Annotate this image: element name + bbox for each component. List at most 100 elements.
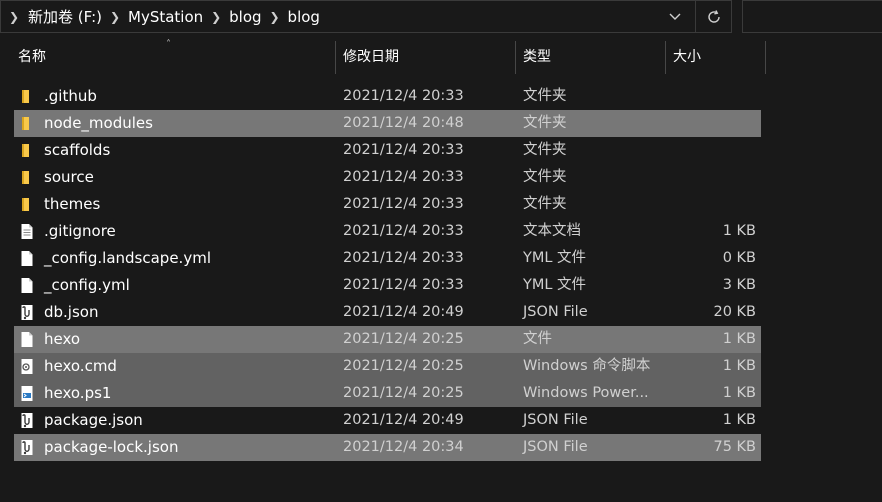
file-name: package-lock.json: [44, 438, 179, 456]
file-name: .gitignore: [44, 222, 116, 240]
file-row[interactable]: themes 2021/12/4 20:33 文件夹: [14, 191, 761, 218]
file-type: 文件夹: [523, 115, 567, 131]
file-row[interactable]: hexo.cmd 2021/12/4 20:25 Windows 命令脚本 1 KB: [14, 353, 761, 380]
file-type: JSON File: [523, 304, 588, 320]
file-name: .github: [44, 87, 97, 105]
file-row[interactable]: .github 2021/12/4 20:33 文件夹: [14, 83, 761, 110]
breadcrumb-drive[interactable]: 新加卷 (F:): [28, 6, 102, 27]
file-size: 20 KB: [713, 304, 756, 320]
file-type: YML 文件: [523, 250, 587, 266]
column-divider[interactable]: [665, 41, 666, 74]
file-date: 2021/12/4 20:33: [343, 250, 464, 266]
file-date: 2021/12/4 20:33: [343, 169, 464, 185]
file-date: 2021/12/4 20:33: [343, 277, 464, 293]
breadcrumb-blog-parent[interactable]: blog: [229, 8, 261, 26]
text-file-icon: [19, 223, 35, 240]
file-type: 文件夹: [523, 169, 567, 185]
folder-icon: [19, 169, 35, 186]
powershell-file-icon: [19, 385, 35, 402]
file-size: 75 KB: [713, 439, 756, 455]
file-size: 1 KB: [722, 331, 756, 347]
breadcrumb-mystation[interactable]: MyStation: [128, 8, 203, 26]
column-divider[interactable]: [765, 41, 766, 74]
file-row[interactable]: source 2021/12/4 20:33 文件夹: [14, 164, 761, 191]
address-divider: [695, 1, 696, 32]
column-header-row: ˄ 名称 修改日期 类型 大小: [0, 39, 770, 74]
file-name: hexo: [44, 330, 81, 348]
file-icon: [19, 331, 35, 348]
file-name: package.json: [44, 411, 143, 429]
file-name: source: [44, 168, 94, 186]
file-type: JSON File: [523, 439, 588, 455]
file-type: 文件夹: [523, 142, 567, 158]
file-type: 文件夹: [523, 196, 567, 212]
column-header-type[interactable]: 类型: [523, 41, 663, 74]
file-name: scaffolds: [44, 141, 111, 159]
file-row[interactable]: package.json 2021/12/4 20:49 JSON File 1 KB: [14, 407, 761, 434]
file-type: JSON File: [523, 412, 588, 428]
cmd-file-icon: [19, 358, 35, 375]
file-date: 2021/12/4 20:25: [343, 331, 464, 347]
chevron-right-icon[interactable]: ❯: [211, 10, 221, 24]
file-row[interactable]: db.json 2021/12/4 20:49 JSON File 20 KB: [14, 299, 761, 326]
folder-icon: [19, 115, 35, 132]
column-divider[interactable]: [515, 41, 516, 74]
column-divider[interactable]: [335, 41, 336, 74]
file-name: hexo.ps1: [44, 384, 112, 402]
folder-icon: [19, 196, 35, 213]
file-icon: [19, 250, 35, 267]
chevron-right-icon[interactable]: ❯: [9, 10, 19, 24]
chevron-right-icon[interactable]: ❯: [110, 10, 120, 24]
file-row[interactable]: _config.landscape.yml 2021/12/4 20:33 YML …: [14, 245, 761, 272]
file-size: 1 KB: [722, 358, 756, 374]
file-size: 1 KB: [722, 223, 756, 239]
refresh-icon[interactable]: [703, 6, 725, 28]
breadcrumb-blog-current[interactable]: blog: [288, 8, 320, 26]
folder-icon: [19, 142, 35, 159]
file-date: 2021/12/4 20:25: [343, 385, 464, 401]
file-name: _config.yml: [44, 276, 130, 294]
file-name: hexo.cmd: [44, 357, 117, 375]
file-name: themes: [44, 195, 101, 213]
file-row[interactable]: scaffolds 2021/12/4 20:33 文件夹: [14, 137, 761, 164]
file-icon: [19, 277, 35, 294]
file-date: 2021/12/4 20:49: [343, 304, 464, 320]
file-row[interactable]: hexo 2021/12/4 20:25 文件 1 KB: [14, 326, 761, 353]
chevron-down-icon[interactable]: [665, 7, 685, 27]
column-header-size[interactable]: 大小: [673, 41, 763, 74]
file-date: 2021/12/4 20:48: [343, 115, 464, 131]
file-type: Windows Power...: [523, 385, 649, 401]
address-bar[interactable]: ❯ 新加卷 (F:) ❯ MyStation ❯ blog ❯ blog: [0, 0, 732, 33]
file-row[interactable]: _config.yml 2021/12/4 20:33 YML 文件 3 KB: [14, 272, 761, 299]
json-file-icon: [19, 439, 35, 456]
file-row[interactable]: node_modules 2021/12/4 20:48 文件夹: [14, 110, 761, 137]
file-name: node_modules: [44, 114, 153, 132]
file-type: 文件: [523, 331, 552, 347]
column-header-name[interactable]: 名称: [18, 41, 333, 74]
chevron-right-icon[interactable]: ❯: [270, 10, 280, 24]
file-type: Windows 命令脚本: [523, 358, 651, 374]
file-row[interactable]: package-lock.json 2021/12/4 20:34 JSON Fil…: [14, 434, 761, 461]
file-date: 2021/12/4 20:33: [343, 196, 464, 212]
file-date: 2021/12/4 20:33: [343, 88, 464, 104]
search-input[interactable]: [742, 0, 882, 33]
file-size: 1 KB: [722, 385, 756, 401]
file-name: db.json: [44, 303, 99, 321]
file-date: 2021/12/4 20:49: [343, 412, 464, 428]
folder-icon: [19, 88, 35, 105]
file-date: 2021/12/4 20:25: [343, 358, 464, 374]
column-header-date[interactable]: 修改日期: [343, 41, 513, 74]
file-type: 文本文档: [523, 223, 581, 239]
file-type: YML 文件: [523, 277, 587, 293]
file-row[interactable]: .gitignore 2021/12/4 20:33 文本文档 1 KB: [14, 218, 761, 245]
file-date: 2021/12/4 20:34: [343, 439, 464, 455]
json-file-icon: [19, 412, 35, 429]
breadcrumb: ❯ 新加卷 (F:) ❯ MyStation ❯ blog ❯ blog: [1, 1, 320, 32]
file-row[interactable]: hexo.ps1 2021/12/4 20:25 Windows Power... 1…: [14, 380, 761, 407]
json-file-icon: [19, 304, 35, 321]
file-size: 0 KB: [722, 250, 756, 266]
file-name: _config.landscape.yml: [44, 249, 211, 267]
file-type: 文件夹: [523, 88, 567, 104]
file-size: 1 KB: [722, 412, 756, 428]
file-date: 2021/12/4 20:33: [343, 223, 464, 239]
